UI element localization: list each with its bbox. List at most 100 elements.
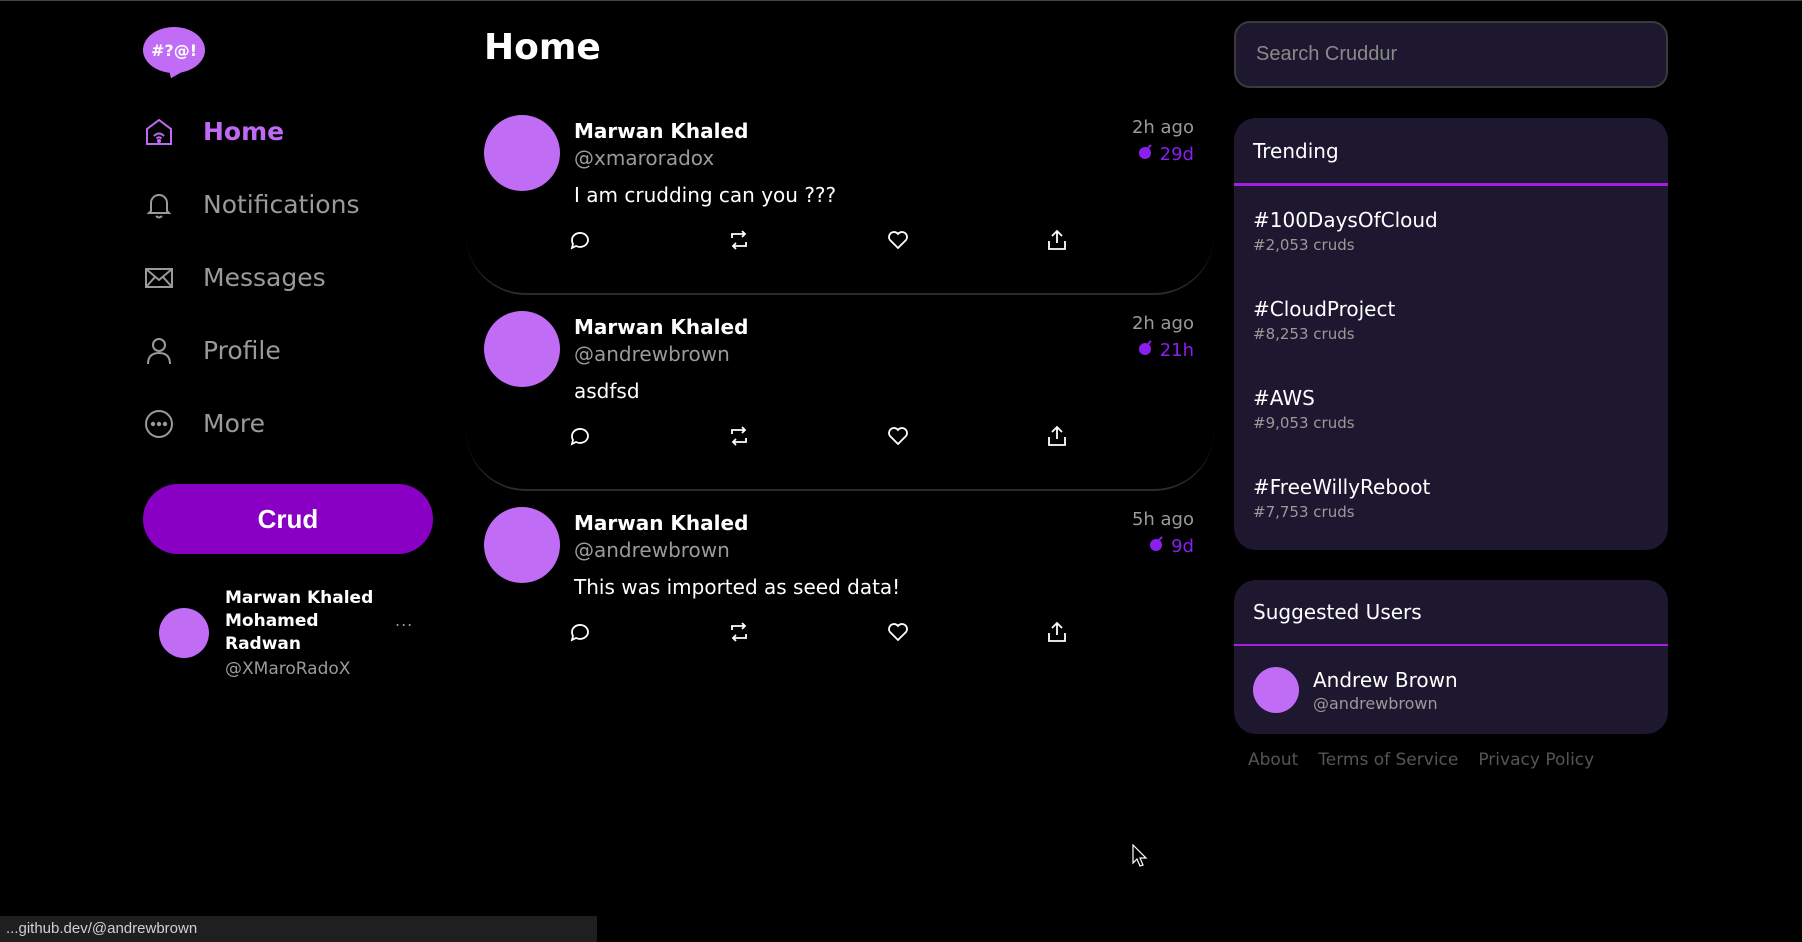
profile-card[interactable]: Marwan Khaled Mohamed Radwan @XMaroRadoX… xyxy=(159,587,435,679)
repost-button[interactable] xyxy=(727,619,886,649)
profile-menu-button[interactable]: ... xyxy=(395,611,413,630)
post-author-handle[interactable]: @xmaroradox xyxy=(574,146,714,170)
reply-button[interactable] xyxy=(568,227,727,257)
share-icon xyxy=(1045,424,1069,452)
about-link[interactable]: About xyxy=(1248,750,1298,770)
terms-link[interactable]: Terms of Service xyxy=(1318,750,1458,770)
suggested-users-panel: Suggested Users Andrew Brown @andrewbrow… xyxy=(1234,580,1668,734)
like-button[interactable] xyxy=(886,227,1045,257)
like-button[interactable] xyxy=(886,619,1045,649)
trend-tag: #100DaysOfCloud xyxy=(1253,208,1438,232)
trend-item[interactable]: #AWS #9,053 cruds xyxy=(1234,364,1668,453)
sidebar-item-notifications[interactable]: Notifications xyxy=(143,168,435,241)
post[interactable]: Marwan Khaled @andrewbrown This was impo… xyxy=(466,491,1214,687)
trend-item[interactable]: #FreeWillyReboot #7,753 cruds xyxy=(1234,453,1668,542)
sidebar-item-label: Home xyxy=(203,117,285,146)
post-actions xyxy=(568,227,1204,257)
like-button[interactable] xyxy=(886,423,1045,453)
trend-tag: #FreeWillyReboot xyxy=(1253,475,1431,499)
post-author-name[interactable]: Marwan Khaled xyxy=(574,315,748,339)
post-timestamp: 2h ago xyxy=(1131,313,1194,334)
post-timestamp: 5h ago xyxy=(1131,509,1194,530)
suggested-user-handle: @andrewbrown xyxy=(1313,693,1438,713)
mouse-cursor-icon xyxy=(1132,844,1148,867)
footer-links: About Terms of Service Privacy Policy xyxy=(1234,750,1668,770)
trend-count: #8,253 cruds xyxy=(1253,325,1355,343)
profile-handle: @XMaroRadoX xyxy=(225,659,351,679)
post-actions xyxy=(568,619,1204,649)
trend-count: #7,753 cruds xyxy=(1253,503,1355,521)
post-author-handle[interactable]: @andrewbrown xyxy=(574,538,730,562)
page-title: Home xyxy=(484,27,601,68)
post-expiry: 9d xyxy=(1149,536,1194,557)
suggested-user-name: Andrew Brown xyxy=(1313,667,1458,692)
reply-icon xyxy=(568,228,592,256)
post-timestamp: 2h ago xyxy=(1131,117,1194,138)
right-column: Trending #100DaysOfCloud #2,053 cruds #C… xyxy=(1234,21,1668,770)
trend-tag: #AWS xyxy=(1253,386,1315,410)
sidebar-item-label: Profile xyxy=(203,336,281,365)
post[interactable]: Marwan Khaled @xmaroradox I am crudding … xyxy=(466,99,1214,295)
post-body: This was imported as seed data! xyxy=(574,575,901,599)
sidebar-item-more[interactable]: More xyxy=(143,387,435,460)
logo[interactable]: #?@! xyxy=(143,23,205,82)
more-circle-icon xyxy=(143,408,175,440)
home-icon xyxy=(143,116,175,148)
share-icon xyxy=(1045,228,1069,256)
bomb-icon xyxy=(1138,340,1160,361)
trending-title: Trending xyxy=(1234,118,1668,186)
repost-icon xyxy=(727,620,751,648)
avatar[interactable] xyxy=(484,507,560,583)
user-icon xyxy=(143,335,175,367)
sidebar-item-home[interactable]: Home xyxy=(143,95,435,168)
reply-icon xyxy=(568,620,592,648)
heart-icon xyxy=(886,620,910,648)
trend-item[interactable]: #100DaysOfCloud #2,053 cruds xyxy=(1234,186,1668,275)
post-body: I am crudding can you ??? xyxy=(574,183,837,207)
repost-button[interactable] xyxy=(727,423,886,453)
sidebar-item-label: Notifications xyxy=(203,190,360,219)
profile-name: Marwan Khaled Mohamed Radwan xyxy=(225,588,374,654)
suggested-user[interactable]: Andrew Brown @andrewbrown xyxy=(1234,646,1668,734)
post-expiry: 29d xyxy=(1138,144,1194,165)
sidebar: #?@! Home Notifications Messages Profile… xyxy=(143,23,435,679)
trend-count: #2,053 cruds xyxy=(1253,236,1355,254)
post-expiry-value: 9d xyxy=(1171,536,1194,557)
envelope-icon xyxy=(143,262,175,294)
search-input[interactable] xyxy=(1234,21,1668,88)
reply-button[interactable] xyxy=(568,619,727,649)
repost-button[interactable] xyxy=(727,227,886,257)
share-button[interactable] xyxy=(1045,227,1204,257)
post-actions xyxy=(568,423,1204,453)
post-author-name[interactable]: Marwan Khaled xyxy=(574,119,748,143)
heart-icon xyxy=(886,228,910,256)
bomb-icon xyxy=(1149,536,1171,557)
bell-icon xyxy=(143,189,175,221)
post-expiry-value: 21h xyxy=(1159,340,1194,361)
post-body: asdfsd xyxy=(574,379,640,403)
heart-icon xyxy=(886,424,910,452)
post-author-handle[interactable]: @andrewbrown xyxy=(574,342,730,366)
sidebar-item-profile[interactable]: Profile xyxy=(143,314,435,387)
trend-item[interactable]: #CloudProject #8,253 cruds xyxy=(1234,275,1668,364)
avatar[interactable] xyxy=(484,115,560,191)
share-button[interactable] xyxy=(1045,423,1204,453)
trend-count: #9,053 cruds xyxy=(1253,414,1355,432)
reply-button[interactable] xyxy=(568,423,727,453)
avatar xyxy=(159,608,209,658)
privacy-link[interactable]: Privacy Policy xyxy=(1478,750,1594,770)
sidebar-item-messages[interactable]: Messages xyxy=(143,241,435,314)
post[interactable]: Marwan Khaled @andrewbrown asdfsd 2h ago… xyxy=(466,295,1214,491)
feed: Marwan Khaled @xmaroradox I am crudding … xyxy=(466,99,1214,687)
bomb-icon xyxy=(1138,144,1160,165)
post-author-name[interactable]: Marwan Khaled xyxy=(574,511,748,535)
reply-icon xyxy=(568,424,592,452)
avatar xyxy=(1253,667,1299,713)
suggested-users-title: Suggested Users xyxy=(1234,580,1668,646)
share-button[interactable] xyxy=(1045,619,1204,649)
trend-tag: #CloudProject xyxy=(1253,297,1396,321)
sidebar-item-label: More xyxy=(203,409,265,438)
trending-panel: Trending #100DaysOfCloud #2,053 cruds #C… xyxy=(1234,118,1668,550)
avatar[interactable] xyxy=(484,311,560,387)
crud-button[interactable]: Crud xyxy=(143,484,433,554)
